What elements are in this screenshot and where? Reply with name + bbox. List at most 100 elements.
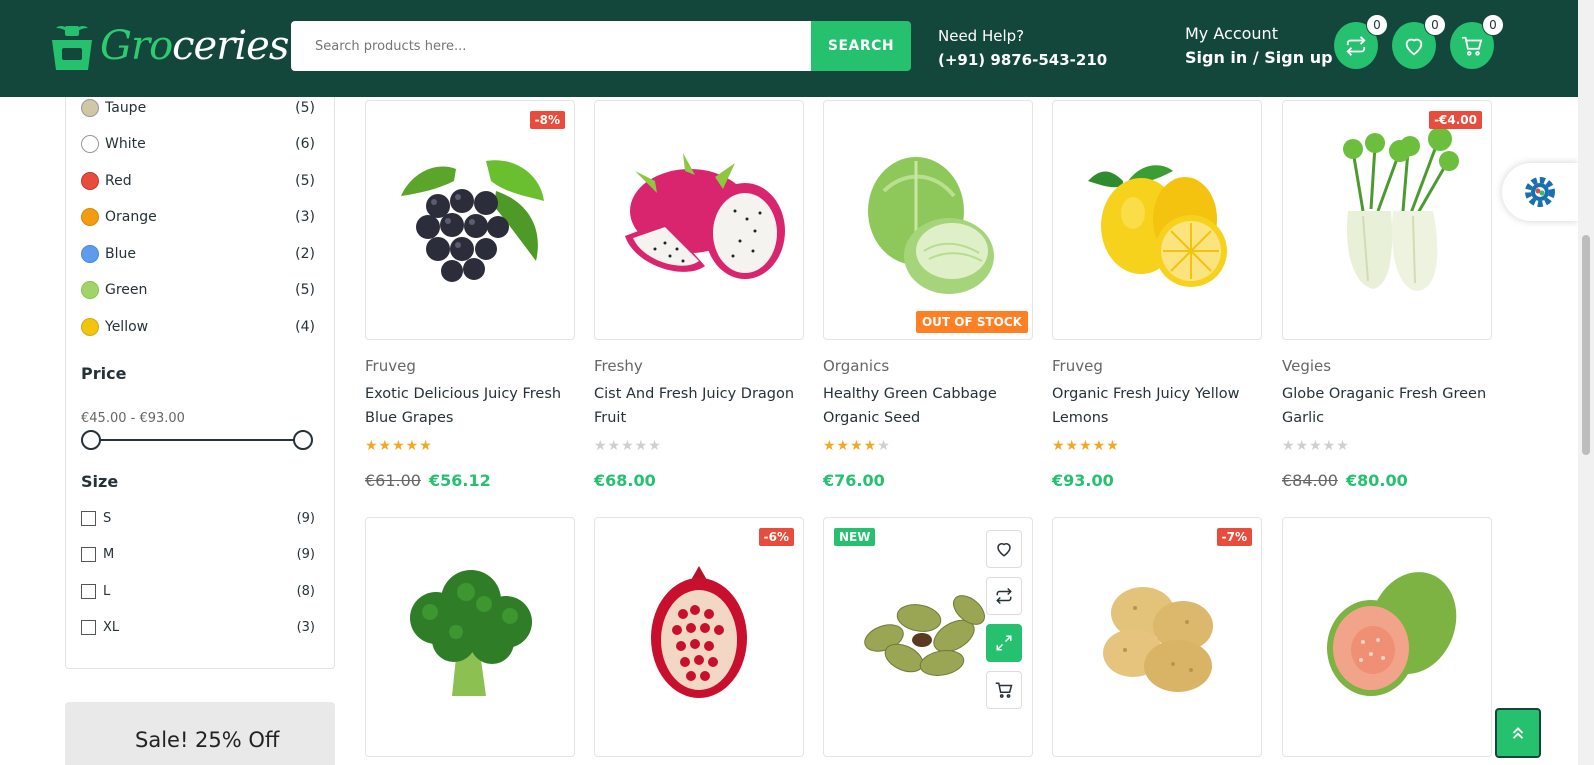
color-filter-green[interactable]: Green (5) bbox=[81, 278, 315, 302]
product-image-box[interactable]: -8% bbox=[365, 100, 575, 340]
color-swatch bbox=[81, 135, 99, 153]
product-brand[interactable]: Vegies bbox=[1282, 357, 1331, 375]
product-price: €76.00 bbox=[823, 471, 885, 490]
scroll-to-top-button[interactable] bbox=[1495, 708, 1541, 758]
color-label: Orange bbox=[105, 209, 157, 225]
basket-logo-icon bbox=[52, 26, 92, 70]
color-filter-yellow[interactable]: Yellow (4) bbox=[81, 315, 315, 339]
lemons-image bbox=[1088, 165, 1227, 287]
color-label: Yellow bbox=[105, 319, 149, 335]
theme-settings-button[interactable] bbox=[1502, 163, 1578, 221]
cart-count-badge: 0 bbox=[1482, 14, 1504, 36]
broccoli-image bbox=[410, 570, 532, 696]
color-swatch bbox=[81, 281, 99, 299]
product-name[interactable]: Healthy Green Cabbage Organic Seed bbox=[823, 382, 1028, 430]
product-name[interactable]: Cist And Fresh Juicy Dragon Fruit bbox=[594, 382, 799, 430]
color-swatch bbox=[81, 245, 99, 263]
current-price: €56.12 bbox=[428, 471, 491, 490]
color-label: Red bbox=[105, 173, 132, 189]
expand-icon bbox=[996, 635, 1012, 651]
color-filter-white[interactable]: White (6) bbox=[81, 132, 315, 156]
product-image-box[interactable]: -6% bbox=[594, 517, 804, 757]
compare-button[interactable]: 0 bbox=[1334, 14, 1388, 69]
color-label: Green bbox=[105, 282, 148, 298]
add-to-wishlist-button[interactable] bbox=[986, 530, 1022, 568]
product-hover-actions bbox=[986, 530, 1022, 709]
size-filter-xl[interactable]: XL (3) bbox=[81, 616, 315, 638]
color-count: (4) bbox=[295, 319, 315, 335]
discount-badge: -8% bbox=[529, 111, 565, 129]
product-image-box[interactable]: -7% bbox=[1052, 517, 1262, 757]
product-name[interactable]: Globe Oraganic Fresh Green Garlic bbox=[1282, 382, 1487, 430]
add-to-cart-button[interactable] bbox=[986, 671, 1022, 709]
product-image-box[interactable]: -€4.00 bbox=[1282, 100, 1492, 340]
size-checkbox[interactable] bbox=[81, 546, 96, 562]
price-range-text: €45.00 - €93.00 bbox=[81, 411, 185, 426]
quick-view-button[interactable] bbox=[986, 624, 1022, 662]
size-checkbox[interactable] bbox=[81, 510, 96, 526]
color-filter-taupe[interactable]: Taupe (5) bbox=[81, 96, 315, 120]
size-filter-l[interactable]: L (8) bbox=[81, 580, 315, 602]
compare-icon bbox=[1346, 35, 1366, 56]
product-brand[interactable]: Freshy bbox=[594, 357, 643, 375]
help-phone[interactable]: (+91) 9876-543-210 bbox=[938, 48, 1107, 72]
color-filter-blue[interactable]: Blue (2) bbox=[81, 242, 315, 266]
size-count: (9) bbox=[296, 510, 315, 526]
product-image-box[interactable] bbox=[1282, 517, 1492, 757]
color-count: (3) bbox=[295, 209, 315, 225]
size-label: M bbox=[103, 546, 115, 562]
rating-stars: ★★★★★ bbox=[823, 438, 891, 454]
dragon-fruit-image bbox=[625, 153, 785, 279]
size-filter-s[interactable]: S (9) bbox=[81, 507, 315, 529]
color-swatch bbox=[81, 172, 99, 190]
cart-button[interactable]: 0 bbox=[1450, 14, 1504, 69]
size-filter-m[interactable]: M (9) bbox=[81, 543, 315, 565]
color-filter-red[interactable]: Red (5) bbox=[81, 169, 315, 193]
rating-stars: ★★★★★ bbox=[1282, 438, 1350, 454]
discount-badge: -7% bbox=[1216, 528, 1252, 546]
color-count: (5) bbox=[295, 173, 315, 189]
new-badge: NEW bbox=[834, 528, 876, 546]
cabbage-image bbox=[868, 157, 994, 294]
product-image-box[interactable] bbox=[1052, 100, 1262, 340]
search-button[interactable]: SEARCH bbox=[811, 21, 911, 71]
logo-text: Groceries bbox=[100, 23, 289, 69]
add-to-compare-button[interactable] bbox=[986, 577, 1022, 615]
product-name[interactable]: Organic Fresh Juicy Yellow Lemons bbox=[1052, 382, 1257, 430]
price-slider-max-handle[interactable] bbox=[293, 430, 313, 450]
product-price: €93.00 bbox=[1052, 471, 1114, 490]
price-slider-min-handle[interactable] bbox=[81, 430, 101, 450]
scrollbar-thumb[interactable] bbox=[1582, 235, 1590, 455]
color-filter-orange[interactable]: Orange (3) bbox=[81, 205, 315, 229]
sign-in-link[interactable]: Sign in / Sign up bbox=[1185, 46, 1333, 70]
current-price: €76.00 bbox=[823, 471, 885, 490]
discount-badge: -€4.00 bbox=[1429, 111, 1482, 129]
old-price: €61.00 bbox=[365, 471, 421, 490]
product-image-box[interactable] bbox=[594, 100, 804, 340]
size-checkbox[interactable] bbox=[81, 619, 96, 635]
size-label: XL bbox=[103, 619, 120, 635]
pomegranate-image bbox=[651, 566, 747, 698]
grapes-image bbox=[401, 160, 544, 282]
sale-banner-text: Sale! 25% Off bbox=[135, 728, 280, 752]
product-image-box[interactable] bbox=[365, 517, 575, 757]
color-count: (2) bbox=[295, 246, 315, 262]
product-brand[interactable]: Fruveg bbox=[1052, 357, 1103, 375]
sale-banner[interactable]: Sale! 25% Off bbox=[65, 702, 335, 765]
size-count: (9) bbox=[296, 546, 315, 562]
product-brand[interactable]: Fruveg bbox=[365, 357, 416, 375]
size-label: S bbox=[103, 510, 112, 526]
size-checkbox[interactable] bbox=[81, 583, 96, 599]
search-input[interactable] bbox=[291, 21, 811, 71]
product-brand[interactable]: Organics bbox=[823, 357, 889, 375]
rating-stars: ★★★★★ bbox=[594, 438, 662, 454]
product-image-box[interactable]: NEW bbox=[823, 517, 1033, 757]
product-image-box[interactable]: OUT OF STOCK bbox=[823, 100, 1033, 340]
price-slider-track[interactable] bbox=[91, 439, 303, 441]
wishlist-button[interactable]: 0 bbox=[1392, 14, 1446, 69]
product-price: €68.00 bbox=[594, 471, 656, 490]
logo[interactable]: Groceries bbox=[50, 20, 289, 72]
rating-stars: ★★★★★ bbox=[1052, 438, 1120, 454]
account-title: My Account bbox=[1185, 24, 1278, 43]
product-name[interactable]: Exotic Delicious Juicy Fresh Blue Grapes bbox=[365, 382, 570, 430]
